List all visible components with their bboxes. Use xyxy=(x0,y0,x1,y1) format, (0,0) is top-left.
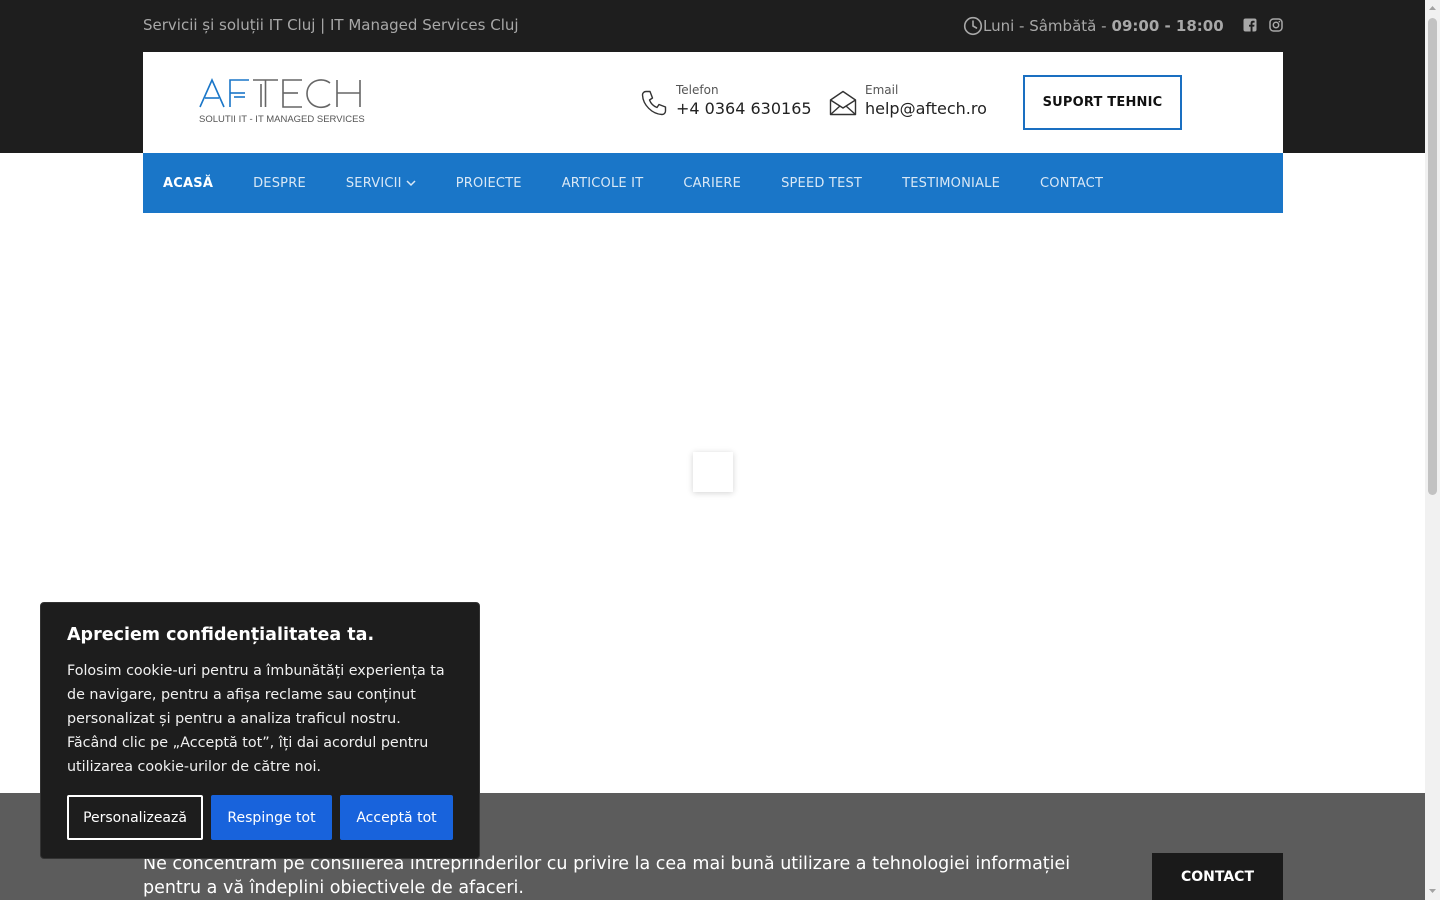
email-value[interactable]: help@aftech.ro xyxy=(865,98,987,120)
site-header: SOLUTII IT - IT MANAGED SERVICES Telefon… xyxy=(143,52,1283,153)
nav-item-speed-test[interactable]: SPEED TEST xyxy=(781,176,862,191)
phone-label: Telefon xyxy=(676,83,719,97)
logo-wordmark xyxy=(199,78,361,109)
nav-item-contact[interactable]: CONTACT xyxy=(1040,176,1103,191)
reject-all-button[interactable]: Respinge tot xyxy=(211,795,332,840)
nav-item-servicii[interactable]: SERVICII xyxy=(346,176,416,191)
phone-contact[interactable]: Telefon +4 0364 630165 xyxy=(640,82,812,120)
scroll-up-arrow-icon[interactable] xyxy=(1428,4,1437,12)
logo-subtitle: SOLUTII IT - IT MANAGED SERVICES xyxy=(199,114,365,125)
nav-item-servicii-label: SERVICII xyxy=(345,175,402,191)
email-label: Email xyxy=(865,83,899,97)
nav-item-articole-it[interactable]: ARTICOLE IT xyxy=(562,176,644,191)
phone-icon xyxy=(641,90,667,116)
nav-item-testimoniale[interactable]: TESTIMONIALE xyxy=(902,176,1000,191)
cookie-body: Folosim cookie-uri pentru a îmbunătăți e… xyxy=(67,663,445,775)
aftech-logo[interactable]: SOLUTII IT - IT MANAGED SERVICES xyxy=(199,76,369,128)
envelope-icon xyxy=(829,90,857,116)
cookie-buttons: Personalizează Respinge tot Acceptă tot xyxy=(67,795,453,840)
topbar-tagline: Servicii și soluții IT Cluj | IT Managed… xyxy=(143,16,519,34)
nav-item-acasa[interactable]: ACASĂ xyxy=(163,176,213,191)
chevron-down-icon xyxy=(406,180,416,187)
scrollbar-thumb[interactable] xyxy=(1428,18,1437,495)
instagram-icon[interactable] xyxy=(1269,18,1283,32)
scroll-down-arrow-icon[interactable] xyxy=(1428,887,1437,895)
accept-all-button[interactable]: Acceptă tot xyxy=(340,795,453,840)
hours-value: 09:00 - 18:00 xyxy=(1111,17,1224,35)
cookie-title: Apreciem confidențialitatea ta. xyxy=(67,625,375,645)
nav-item-despre[interactable]: DESPRE xyxy=(253,176,306,191)
hours-label: Luni - Sâmbătă - xyxy=(983,17,1107,35)
clock-icon xyxy=(963,16,983,36)
opening-hours: Luni - Sâmbătă - 09:00 - 18:00 xyxy=(963,16,1224,36)
phone-value[interactable]: +4 0364 630165 xyxy=(676,98,812,120)
footer-contact-button[interactable]: CONTACT xyxy=(1152,853,1283,900)
footer-text: Ne concentrăm pe consilierea întreprinde… xyxy=(143,854,1071,898)
nav-item-proiecte[interactable]: PROIECTE xyxy=(456,176,522,191)
support-button[interactable]: SUPORT TEHNIC xyxy=(1023,75,1182,130)
customize-button[interactable]: Personalizează xyxy=(67,795,203,840)
loading-spinner xyxy=(693,452,733,492)
facebook-icon[interactable] xyxy=(1243,18,1257,32)
email-contact[interactable]: Email help@aftech.ro xyxy=(829,82,987,120)
main-nav: ACASĂ DESPRE SERVICII PROIECTE ARTICOLE … xyxy=(143,153,1283,213)
cookie-consent-dialog: Apreciem confidențialitatea ta. Folosim … xyxy=(40,602,480,859)
nav-item-cariere[interactable]: CARIERE xyxy=(683,176,741,191)
